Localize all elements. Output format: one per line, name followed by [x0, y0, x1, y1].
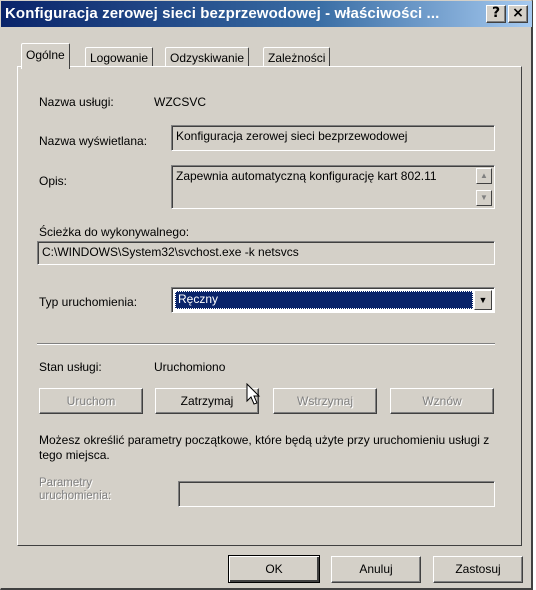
properties-dialog: Konfiguracja zerowej sieci bezprzewodowe… [0, 0, 533, 590]
close-button[interactable]: × [508, 5, 528, 23]
description-field[interactable]: Zapewnia automatyczną konfigurację kart … [171, 165, 495, 209]
start-params-input[interactable] [178, 481, 495, 507]
scroll-up-arrow-icon[interactable]: ▲ [476, 168, 492, 184]
help-button[interactable]: ? [486, 5, 506, 23]
startup-type-value: Ręczny [175, 291, 473, 309]
resume-service-button[interactable]: Wznów [390, 388, 494, 414]
separator [37, 343, 495, 345]
exe-path-field[interactable]: C:\WINDOWS\System32\svchost.exe -k netsv… [37, 241, 495, 265]
title-bar[interactable]: Konfiguracja zerowej sieci bezprzewodowe… [1, 1, 532, 27]
startup-type-select[interactable]: Ręczny ▼ [171, 287, 495, 313]
display-name-label: Nazwa wyświetlana: [39, 134, 148, 148]
display-name-field[interactable]: Konfiguracja zerowej sieci bezprzewodowe… [171, 125, 495, 151]
description-label: Opis: [39, 174, 68, 188]
pause-service-button[interactable]: Wstrzymaj [273, 388, 377, 414]
chevron-down-icon[interactable]: ▼ [474, 290, 492, 310]
scroll-down-arrow-icon[interactable]: ▼ [476, 190, 492, 206]
service-status-value: Uruchomiono [154, 360, 226, 374]
stop-service-button[interactable]: Zatrzymaj [155, 388, 259, 414]
ok-button[interactable]: OK [228, 555, 320, 583]
cancel-button[interactable]: Anuluj [331, 556, 421, 583]
start-params-info: Możesz określić parametry początkowe, kt… [39, 433, 490, 462]
apply-button[interactable]: Zastosuj [433, 556, 523, 583]
window-title: Konfiguracja zerowej sieci bezprzewodowe… [5, 5, 440, 22]
service-status-label: Stan usługi: [39, 360, 102, 374]
exe-path-label: Ścieżka do wykonywalnego: [39, 225, 190, 239]
service-name-label: Nazwa usługi: [39, 95, 114, 109]
start-params-label: Parametry uruchomienia: [39, 477, 112, 502]
start-service-button[interactable]: Uruchom [39, 388, 143, 414]
mouse-pointer-icon [246, 383, 261, 405]
description-text: Zapewnia automatyczną konfigurację kart … [176, 169, 437, 183]
service-name-value: WZCSVC [154, 95, 206, 109]
general-tab-panel: Nazwa usługi: WZCSVC Nazwa wyświetlana: … [17, 66, 522, 546]
startup-type-label: Typ uruchomienia: [39, 295, 138, 309]
tab-general[interactable]: Ogólne [21, 43, 70, 69]
